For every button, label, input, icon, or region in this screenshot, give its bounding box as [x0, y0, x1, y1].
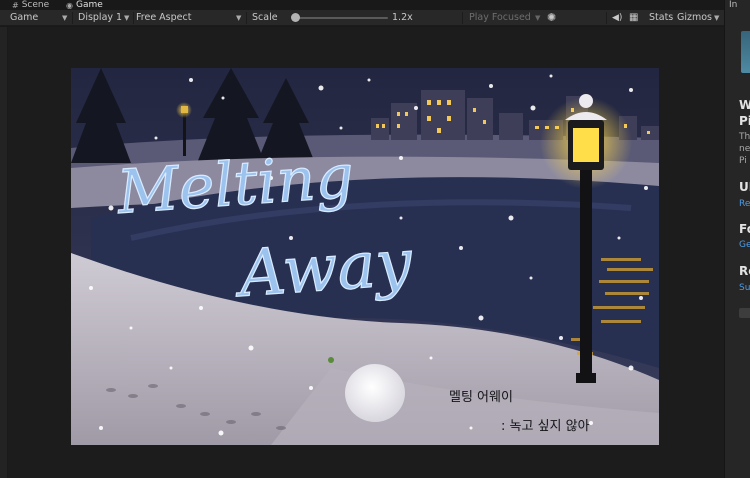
chevron-down-icon: ▼ — [62, 14, 68, 22]
scale-label: Scale — [252, 12, 278, 23]
inspector-heading: W — [739, 98, 750, 112]
scale-slider-thumb[interactable] — [290, 13, 300, 22]
display-dropdown[interactable]: Display 1 — [78, 10, 122, 26]
divider — [606, 12, 607, 24]
divider — [246, 12, 247, 24]
divider — [133, 12, 134, 24]
chevron-down-icon: ▼ — [535, 14, 541, 22]
scale-slider-track[interactable] — [292, 17, 388, 19]
chevron-down-icon: ▼ — [714, 14, 720, 22]
tab-scene-label: Scene — [21, 0, 50, 10]
tab-scene[interactable]: # Scene — [12, 0, 49, 10]
inspector-thumbnail — [741, 31, 750, 73]
inspector-section-fo: Fo — [739, 222, 750, 236]
game-toolbar: Game ▼ Display 1 ▼ Free Aspect ▼ Scale 1… — [0, 10, 724, 26]
game-title-line-2: Away — [232, 226, 415, 312]
inspector-button[interactable] — [739, 308, 750, 318]
inspector-section-ui: UI — [739, 180, 750, 194]
aspect-dropdown[interactable]: Free Aspect — [136, 10, 191, 26]
inspector-section-re: Re — [739, 264, 750, 278]
grid-icon: # — [12, 0, 19, 10]
inspector-tab[interactable]: In — [729, 0, 737, 10]
divider — [462, 12, 463, 24]
inspector-link-re[interactable]: Su — [739, 283, 750, 293]
chevron-down-icon: ▼ — [124, 14, 130, 22]
inspector-text-line: Pi — [739, 156, 747, 166]
korean-subtitle: 멜팅 어웨이 — [449, 390, 513, 405]
inspector-heading-2: Pi — [739, 114, 750, 128]
stats-button[interactable]: Stats — [649, 10, 673, 26]
tab-bar: # Scene ◉ Game — [0, 0, 724, 10]
inspector-text-line: ne — [739, 144, 750, 154]
scale-value: 1.2x — [392, 12, 413, 23]
inspector-text-line: Th — [739, 132, 750, 142]
divider — [72, 12, 73, 24]
bug-icon[interactable]: ✺ — [547, 10, 556, 26]
inspector-link-ui[interactable]: Re — [739, 199, 750, 209]
view-mode-dropdown[interactable]: Game — [10, 10, 38, 26]
inspector-link-fo[interactable]: Ge — [739, 240, 750, 250]
korean-tagline: : 녹고 싶지 않아 — [501, 419, 590, 434]
keyboard-icon[interactable]: ▦ — [629, 10, 638, 26]
inspector-panel: In W Pi Th ne Pi UI Re Fo Ge Re Su — [724, 0, 750, 478]
play-focused-dropdown[interactable]: Play Focused — [469, 10, 531, 26]
gizmos-button[interactable]: Gizmos — [677, 10, 712, 26]
chevron-down-icon: ▼ — [236, 14, 242, 22]
tab-game-label: Game — [75, 0, 103, 10]
snowball — [345, 364, 405, 422]
tab-game[interactable]: ◉ Game — [66, 0, 103, 10]
left-edge-strip — [0, 27, 8, 478]
gamepad-icon: ◉ — [66, 0, 73, 10]
game-canvas[interactable]: Melting Away 멜팅 어웨이 : 녹고 싶지 않아 — [71, 68, 659, 445]
speaker-icon[interactable]: ◀) — [612, 10, 622, 26]
